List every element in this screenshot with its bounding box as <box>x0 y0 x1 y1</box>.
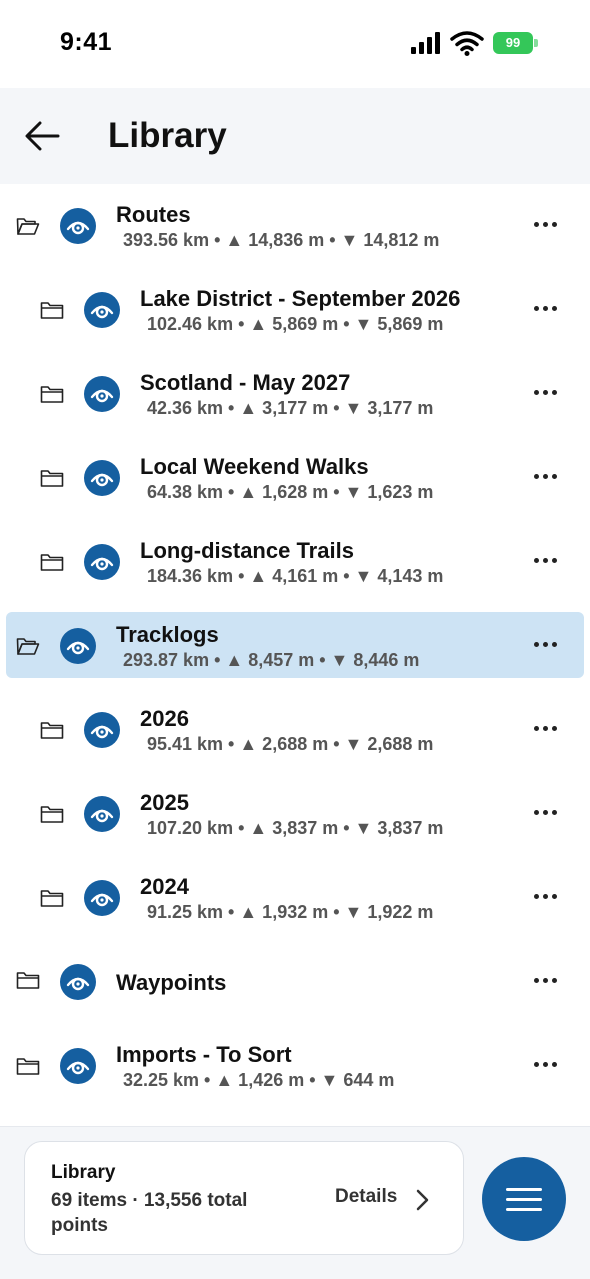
list-item-stats: 32.25 km • ▲ 1,426 m • ▼ 644 m <box>123 1070 395 1090</box>
visibility-eye-icon[interactable] <box>60 208 96 244</box>
list-item-stats: 42.36 km • ▲ 3,177 m • ▼ 3,177 m <box>147 398 434 418</box>
list-item-title: 2025 <box>140 790 189 815</box>
list-item[interactable]: 2026 95.41 km • ▲ 2,688 m • ▼ 2,688 m <box>0 688 590 772</box>
more-options-icon[interactable] <box>532 886 560 906</box>
more-options-icon[interactable] <box>532 550 560 570</box>
list-item-stats: 107.20 km • ▲ 3,837 m • ▼ 3,837 m <box>147 818 444 838</box>
summary-title: Library <box>51 1162 116 1183</box>
list-item-title: Waypoints <box>116 970 227 995</box>
battery-level: 99 <box>493 32 533 54</box>
chevron-right-icon <box>416 1189 429 1211</box>
list-item[interactable]: Lake District - September 2026 102.46 km … <box>0 268 590 352</box>
visibility-eye-icon[interactable] <box>84 796 120 832</box>
more-options-icon[interactable] <box>532 970 560 990</box>
list-item-title: Scotland - May 2027 <box>140 370 351 395</box>
cellular-signal-icon <box>411 32 440 54</box>
more-options-icon[interactable] <box>532 634 560 654</box>
footer: Library 69 items · 13,556 total points D… <box>0 1126 590 1279</box>
list-item[interactable]: Scotland - May 2027 42.36 km • ▲ 3,177 m … <box>0 352 590 436</box>
more-options-icon[interactable] <box>532 382 560 402</box>
folder-icon[interactable] <box>40 720 64 740</box>
list-item-title: Local Weekend Walks <box>140 454 369 479</box>
list-item[interactable]: Tracklogs 293.87 km • ▲ 8,457 m • ▼ 8,446… <box>0 612 590 696</box>
more-options-icon[interactable] <box>532 298 560 318</box>
list-item-stats: 95.41 km • ▲ 2,688 m • ▼ 2,688 m <box>147 734 434 754</box>
visibility-eye-icon[interactable] <box>84 292 120 328</box>
library-summary-card: Library 69 items · 13,556 total points D… <box>24 1141 464 1255</box>
battery-cap <box>534 39 538 47</box>
more-options-icon[interactable] <box>532 466 560 486</box>
battery-icon: 99 <box>493 32 539 54</box>
list-item-stats: 64.38 km • ▲ 1,628 m • ▼ 1,623 m <box>147 482 434 502</box>
list-item[interactable]: 2024 91.25 km • ▲ 1,932 m • ▼ 1,922 m <box>0 856 590 940</box>
visibility-eye-icon[interactable] <box>60 1048 96 1084</box>
folder-icon[interactable] <box>40 468 64 488</box>
list-item-stats: 393.56 km • ▲ 14,836 m • ▼ 14,812 m <box>123 230 440 250</box>
details-label: Details <box>335 1186 398 1207</box>
page-title: Library <box>108 116 227 155</box>
folder-icon[interactable] <box>40 384 64 404</box>
hamburger-menu-icon <box>506 1208 542 1211</box>
list-item-stats: 184.36 km • ▲ 4,161 m • ▼ 4,143 m <box>147 566 444 586</box>
list-item[interactable]: Routes 393.56 km • ▲ 14,836 m • ▼ 14,812 … <box>0 184 590 268</box>
summary-text: 69 items · 13,556 total points <box>51 1190 248 1236</box>
folder-icon[interactable] <box>16 970 40 990</box>
more-options-icon[interactable] <box>532 802 560 822</box>
visibility-eye-icon[interactable] <box>84 880 120 916</box>
header: Library <box>0 88 590 184</box>
visibility-eye-icon[interactable] <box>60 628 96 664</box>
folder-icon[interactable] <box>40 804 64 824</box>
arrow-left-icon[interactable] <box>22 118 62 154</box>
list-item-title: Routes <box>116 202 191 227</box>
list-item-title: Long-distance Trails <box>140 538 354 563</box>
visibility-eye-icon[interactable] <box>84 460 120 496</box>
list-item-title: Lake District - September 2026 <box>140 286 461 311</box>
list-item[interactable]: Waypoints <box>0 940 590 1024</box>
folder-icon[interactable] <box>16 1056 40 1076</box>
more-options-icon[interactable] <box>532 214 560 234</box>
list-item-title: 2026 <box>140 706 189 731</box>
list-item-stats: 293.87 km • ▲ 8,457 m • ▼ 8,446 m <box>123 650 420 670</box>
list-item[interactable]: Local Weekend Walks 64.38 km • ▲ 1,628 m … <box>0 436 590 520</box>
visibility-eye-icon[interactable] <box>84 544 120 580</box>
folder-icon[interactable] <box>40 300 64 320</box>
list-item-title: 2024 <box>140 874 189 899</box>
folder-icon[interactable] <box>40 888 64 908</box>
visibility-eye-icon[interactable] <box>84 376 120 412</box>
list-item-title: Tracklogs <box>116 622 219 647</box>
menu-fab-button[interactable] <box>482 1157 566 1241</box>
list-item-stats: 91.25 km • ▲ 1,932 m • ▼ 1,922 m <box>147 902 434 922</box>
list-item-title: Imports - To Sort <box>116 1042 292 1067</box>
folder-open-icon[interactable] <box>16 216 40 236</box>
hamburger-menu-icon <box>506 1198 542 1201</box>
status-time: 9:41 <box>60 28 113 56</box>
folder-icon[interactable] <box>40 552 64 572</box>
hamburger-menu-icon <box>506 1188 542 1191</box>
visibility-eye-icon[interactable] <box>60 964 96 1000</box>
list-item-stats: 102.46 km • ▲ 5,869 m • ▼ 5,869 m <box>147 314 444 334</box>
more-options-icon[interactable] <box>532 718 560 738</box>
more-options-icon[interactable] <box>532 1054 560 1074</box>
status-bar: 9:41 99 <box>0 0 590 88</box>
list-item[interactable]: Long-distance Trails 184.36 km • ▲ 4,161 … <box>0 520 590 604</box>
details-button[interactable]: Details <box>335 1182 455 1218</box>
wifi-icon <box>450 31 484 56</box>
folder-open-icon[interactable] <box>16 636 40 656</box>
list-item[interactable]: Imports - To Sort 32.25 km • ▲ 1,426 m • … <box>0 1024 590 1108</box>
list-item[interactable]: 2025 107.20 km • ▲ 3,837 m • ▼ 3,837 m <box>0 772 590 856</box>
visibility-eye-icon[interactable] <box>84 712 120 748</box>
